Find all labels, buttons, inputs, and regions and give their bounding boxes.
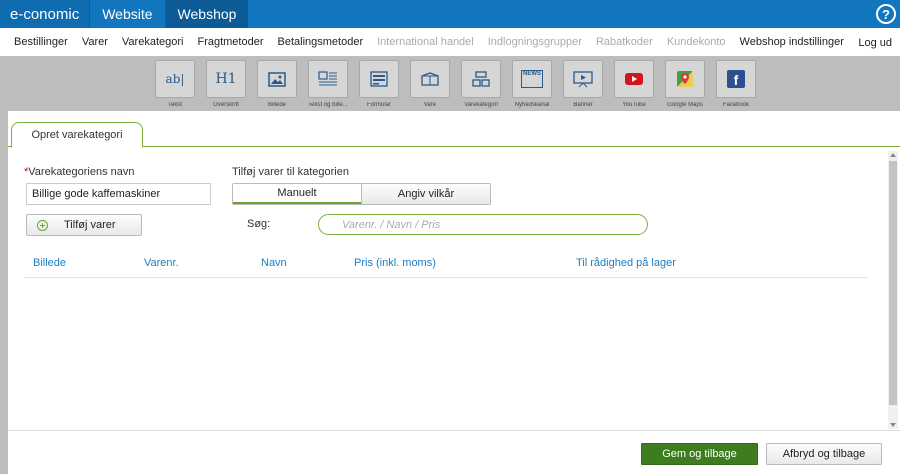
tool-tekst[interactable]: ab| Tekst bbox=[150, 60, 200, 108]
save-and-back-button[interactable]: Gem og tilbage bbox=[641, 443, 758, 465]
tool-google-maps[interactable]: Google Maps bbox=[660, 60, 710, 108]
dialog-tab-strip: Opret varekategori bbox=[8, 111, 900, 148]
col-varenr[interactable]: Varenr. bbox=[144, 257, 179, 269]
add-products-button[interactable]: Tilføj varer bbox=[26, 214, 142, 236]
product-box-icon bbox=[410, 60, 450, 98]
col-billede[interactable]: Billede bbox=[33, 257, 66, 269]
nav-item-varer[interactable]: Varer bbox=[82, 36, 108, 48]
tool-tekst-og-billede[interactable]: Tekst og bille... bbox=[303, 60, 353, 108]
category-name-input[interactable]: Billige gode kaffemaskiner bbox=[26, 183, 211, 205]
mode-manual-button[interactable]: Manuelt bbox=[233, 184, 361, 204]
tab-opret-varekategori[interactable]: Opret varekategori bbox=[11, 122, 143, 148]
top-tab-website[interactable]: Website bbox=[89, 0, 164, 28]
mode-conditions-button[interactable]: Angiv vilkår bbox=[361, 184, 490, 204]
nav-item-rabatkoder: Rabatkoder bbox=[595, 36, 653, 48]
top-bar: e-conomic Website Webshop ? bbox=[0, 0, 900, 28]
col-lager[interactable]: Til rådighed på lager bbox=[576, 257, 676, 269]
tool-formular[interactable]: Formular bbox=[354, 60, 404, 108]
youtube-icon bbox=[614, 60, 654, 98]
col-navn[interactable]: Navn bbox=[261, 257, 287, 269]
add-circle-icon bbox=[37, 219, 48, 231]
search-input[interactable]: Varenr. / Navn / Pris bbox=[318, 214, 648, 235]
nav-item-varekategori[interactable]: Varekategori bbox=[122, 36, 184, 48]
tool-nyhedskanal[interactable]: NEWS Nyhedskanal bbox=[507, 60, 557, 108]
tool-banner[interactable]: Banner bbox=[558, 60, 608, 108]
text-icon: ab| bbox=[155, 60, 195, 98]
nav-item-bestillinger[interactable]: Bestillinger bbox=[14, 36, 68, 48]
nav-item-fragtmetoder[interactable]: Fragtmetoder bbox=[197, 36, 263, 48]
text-image-icon bbox=[308, 60, 348, 98]
tool-facebook[interactable]: f Facebook bbox=[711, 60, 761, 108]
tool-varekategori[interactable]: Varekategori bbox=[456, 60, 506, 108]
top-tab-webshop[interactable]: Webshop bbox=[164, 0, 249, 28]
help-icon[interactable]: ? bbox=[876, 4, 896, 24]
scroll-up-icon[interactable] bbox=[890, 153, 896, 157]
search-label: Søg: bbox=[247, 218, 271, 230]
tool-vare[interactable]: Vare bbox=[405, 60, 455, 108]
create-category-dialog: Opret varekategori *Varekategoriens navn… bbox=[8, 111, 900, 474]
dialog-footer: Gem og tilbage Afbryd og tilbage bbox=[8, 430, 900, 474]
col-pris[interactable]: Pris (inkl. moms) bbox=[354, 257, 436, 269]
webshop-nav: Bestillinger Varer Varekategori Fragtmet… bbox=[0, 28, 900, 56]
products-table-header: Billede Varenr. Navn Pris (inkl. moms) T… bbox=[24, 250, 868, 278]
dialog-scrollbar[interactable] bbox=[888, 151, 898, 429]
image-icon bbox=[257, 60, 297, 98]
form-icon bbox=[359, 60, 399, 98]
add-mode-toggle: Manuelt Angiv vilkår bbox=[232, 183, 491, 205]
category-name-label: *Varekategoriens navn bbox=[24, 166, 135, 178]
tool-youtube[interactable]: YouTube bbox=[609, 60, 659, 108]
tool-overskrift[interactable]: H1 Overskrift bbox=[201, 60, 251, 108]
scroll-down-icon[interactable] bbox=[890, 423, 896, 427]
google-maps-icon bbox=[665, 60, 705, 98]
facebook-icon: f bbox=[716, 60, 756, 98]
add-products-label: Tilføj varer til kategorien bbox=[232, 166, 349, 178]
nav-item-international-handel: International handel bbox=[377, 36, 474, 48]
nav-item-betalingsmetoder[interactable]: Betalingsmetoder bbox=[278, 36, 364, 48]
nav-item-webshop-indstillinger[interactable]: Webshop indstillinger bbox=[740, 36, 844, 48]
brand-logo[interactable]: e-conomic bbox=[0, 0, 90, 28]
nav-item-indlogningsgrupper: Indlogningsgrupper bbox=[487, 36, 582, 48]
banner-icon bbox=[563, 60, 603, 98]
cancel-and-back-button[interactable]: Afbryd og tilbage bbox=[766, 443, 882, 465]
tool-billede[interactable]: Billede bbox=[252, 60, 302, 108]
scroll-thumb[interactable] bbox=[889, 161, 897, 405]
logout-link[interactable]: Log ud bbox=[858, 37, 892, 49]
element-toolbox: ab| Tekst H1 Overskrift Billede Tekst og… bbox=[150, 60, 762, 108]
heading-icon: H1 bbox=[206, 60, 246, 98]
nav-item-kundekonto: Kundekonto bbox=[666, 36, 726, 48]
category-icon bbox=[461, 60, 501, 98]
news-icon: NEWS bbox=[512, 60, 552, 98]
